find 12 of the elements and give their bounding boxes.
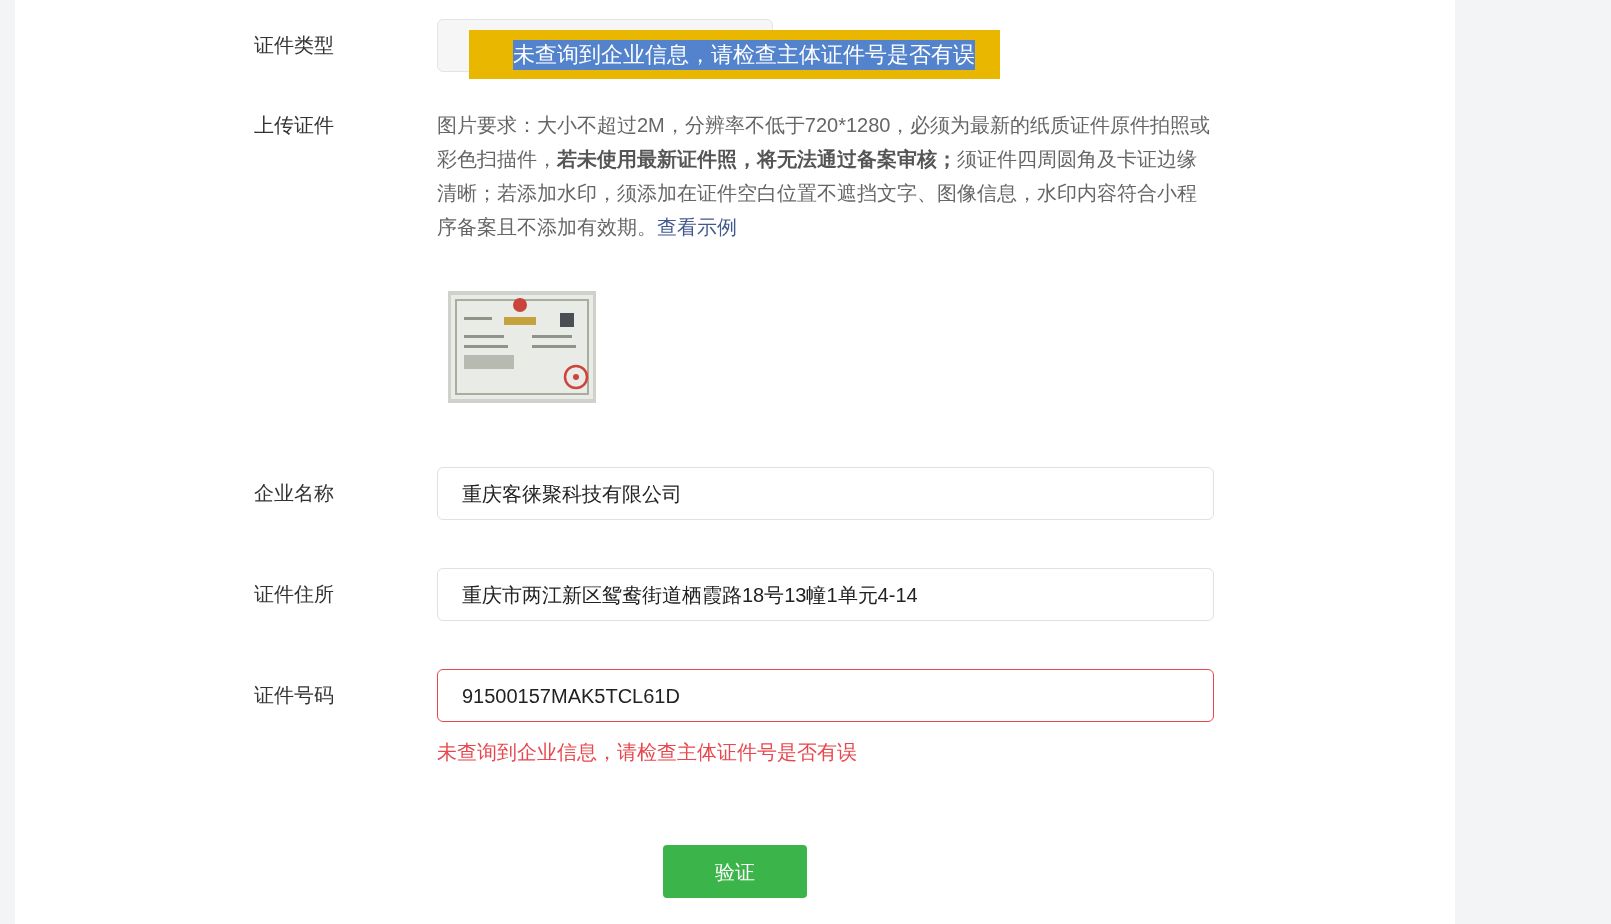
example-link[interactable]: 查看示例 bbox=[657, 216, 737, 238]
field-label: 上传证件 bbox=[253, 113, 335, 138]
input-field[interactable]: 91500157MAK5TCL61D bbox=[437, 669, 1214, 722]
field-label: 证件住所 bbox=[253, 582, 335, 607]
error-message: 未查询到企业信息，请检查主体证件号是否有误 bbox=[437, 740, 858, 765]
field-label: 证件类型 bbox=[253, 33, 335, 58]
toast-message: 未查询到企业信息，请检查主体证件号是否有误 bbox=[513, 39, 975, 70]
field-label: 企业名称 bbox=[253, 481, 335, 506]
requirements-text: 图片要求：大小不超过2M，分辨率不低于720*1280，必须为最新的纸质证件原件拍照或彩色扫描件，若未使用最新证件照，将无法通过备案审核；须证件四周圆角及卡证边缘清晰；若添加水印，须添加在证件空白位置不遮挡文字、图像信息，水印内容符合小程序备案且不添加有效期。查看示例 bbox=[437, 113, 1212, 240]
input-field[interactable]: 重庆客徕聚科技有限公司 bbox=[437, 467, 1214, 520]
field-label: 证件号码 bbox=[253, 683, 335, 708]
input-field[interactable]: 重庆市两江新区鸳鸯街道栖霞路18号13幢1单元4-14 bbox=[437, 568, 1214, 621]
